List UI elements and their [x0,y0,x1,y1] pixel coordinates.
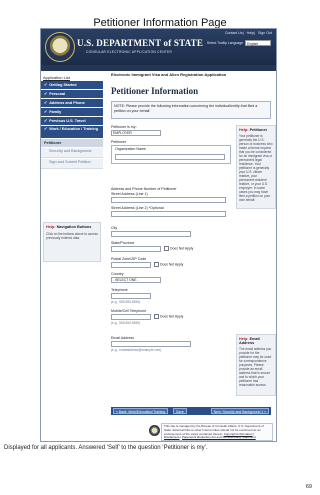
mobile-does-not-apply[interactable]: Does Not Apply [154,314,183,319]
form-title: Electronic Immigrant Visa and Alien Regi… [111,72,227,77]
petitioner-help-box: Help: Petitioner Your petitioner is gene… [236,125,276,209]
street2-label: Street Address (Line 2) *Optional [111,206,164,210]
check-icon: ✔ [44,127,48,131]
petitioner-help-text: Your petitioner is generally the U.S. pe… [239,134,273,202]
checkbox-icon[interactable] [154,262,159,267]
email-help-title: Help: Email Address [239,337,260,345]
mobile-label: Mobile/Cell Telephone [111,309,147,313]
sidebar-item-personal[interactable]: ✔ Personal [41,90,103,98]
site-footer: This site is managed by the Bureau of Co… [161,423,273,441]
sidebar-item-getting-started[interactable]: ✔ Getting Started [41,81,103,89]
petitioner-label: Petitioner [111,140,127,144]
checkbox-icon[interactable] [154,314,159,319]
nav-help-text: Click on the buttons above to access pre… [46,232,98,240]
site-subbrand: CONSULAR ELECTRONIC APPLICATION CENTER [86,50,173,54]
sidebar-nav: ✔ Getting Started ✔ Personal ✔ Address and … [41,81,103,170]
page-number: 69 [305,484,312,490]
city-label: City [111,226,118,230]
mobile-hint: (e.g., 555-555-5555) [111,321,141,325]
site-brand: U.S. DEPARTMENT of STATE [77,38,204,48]
petitioner-is-my-label: Petitioner is my: [111,125,137,129]
top-links: Contact Us| Help| Sign Out [224,31,272,35]
paperwork-link[interactable]: Paperwork Reduction Act and Confidential… [182,435,256,439]
sidebar-item-petitioner[interactable]: Petitioner [41,139,103,147]
organization-name-label: Organization Name [115,147,146,151]
telephone-hint: (e.g., 555-555-5555) [111,300,141,304]
street1-input[interactable] [111,197,226,203]
petitioner-is-my-select[interactable]: EMPLOYER [111,130,161,136]
telephone-label: Telephone [111,288,128,292]
sidebar-item-sign-submit: Sign and Submit Petition [41,159,103,169]
next-button[interactable]: Next: Security and Background 1 » [210,408,269,414]
country-select[interactable]: - SELECT ONE - [111,277,161,283]
language-select[interactable]: English [245,40,271,46]
disclaimers-link[interactable]: Disclaimers [164,435,180,439]
check-icon: ✔ [44,92,48,96]
sidebar-item-address-phone[interactable]: ✔ Address and Phone [41,99,103,107]
petitioner-help-title: Help: Petitioner [239,128,268,132]
city-input[interactable] [111,231,191,237]
help-link[interactable]: Help [247,31,254,35]
figure-caption: Displayed for all applicants. Answered ‘… [4,445,208,451]
state-input[interactable] [111,246,161,252]
bottom-nav-bar: « Back: Work/Education/Training Save Nex… [111,407,271,415]
state-does-not-apply[interactable]: Does Not Apply [164,246,193,251]
section-heading: Petitioner Information [111,86,199,96]
email-help-text: The email address you provide for the pe… [239,347,272,387]
back-button[interactable]: « Back: Work/Education/Training [113,408,169,414]
sidebar-item-family[interactable]: ✔ Family [41,108,103,116]
application-list-link[interactable]: Application List [43,75,70,80]
top-strip [41,65,276,71]
email-input[interactable] [111,341,191,347]
postal-label: Postal Zone/ZIP Code [111,257,147,261]
check-icon: ✔ [44,101,48,105]
address-section-label: Address and Phone Number of Petitioner [111,187,177,191]
telephone-input[interactable] [111,293,151,299]
sidebar-item-work-education[interactable]: ✔ Work / Education / Training [41,126,103,138]
email-label: Email Address [111,336,134,340]
organization-name-input[interactable] [115,154,225,160]
site-banner: U.S. DEPARTMENT of STATE CONSULAR ELECTR… [41,29,276,65]
state-label: State/Province [111,241,135,245]
petitioner-group: Organization Name [111,145,231,164]
check-icon: ✔ [44,119,48,123]
email-hint: (e.g., emailaddress@example.com) [111,348,162,352]
check-icon: ✔ [44,83,48,87]
checkbox-icon[interactable] [164,246,169,251]
postal-input[interactable] [111,262,151,268]
footer-seal-icon [149,425,160,436]
nav-help-title: Help: Navigation Buttons [46,225,92,229]
screenshot-frame: U.S. DEPARTMENT of STATE CONSULAR ELECTR… [40,28,277,442]
contact-us-link[interactable]: Contact Us [225,31,243,35]
mobile-input[interactable] [111,314,151,320]
save-button[interactable]: Save [173,408,187,414]
street1-label: Street Address (Line 1) [111,192,148,196]
check-icon: ✔ [44,110,48,114]
country-label: Country [111,272,124,276]
sign-out-link[interactable]: Sign Out [258,31,272,35]
street2-input[interactable] [111,211,226,217]
email-help-box: Help: Email Address The email address yo… [236,334,276,396]
sidebar-item-security-background: Security and Background [41,148,103,158]
sidebar-item-previous-travel[interactable]: ✔ Previous U.S. Travel [41,117,103,125]
language-label: Select Tooltip Language [206,41,243,45]
note-box: NOTE: Please provide the following infor… [111,101,271,119]
nav-help-box: Help: Navigation Buttons Click on the bu… [43,222,101,262]
postal-does-not-apply[interactable]: Does Not Apply [154,262,183,267]
state-seal-icon [45,32,75,62]
